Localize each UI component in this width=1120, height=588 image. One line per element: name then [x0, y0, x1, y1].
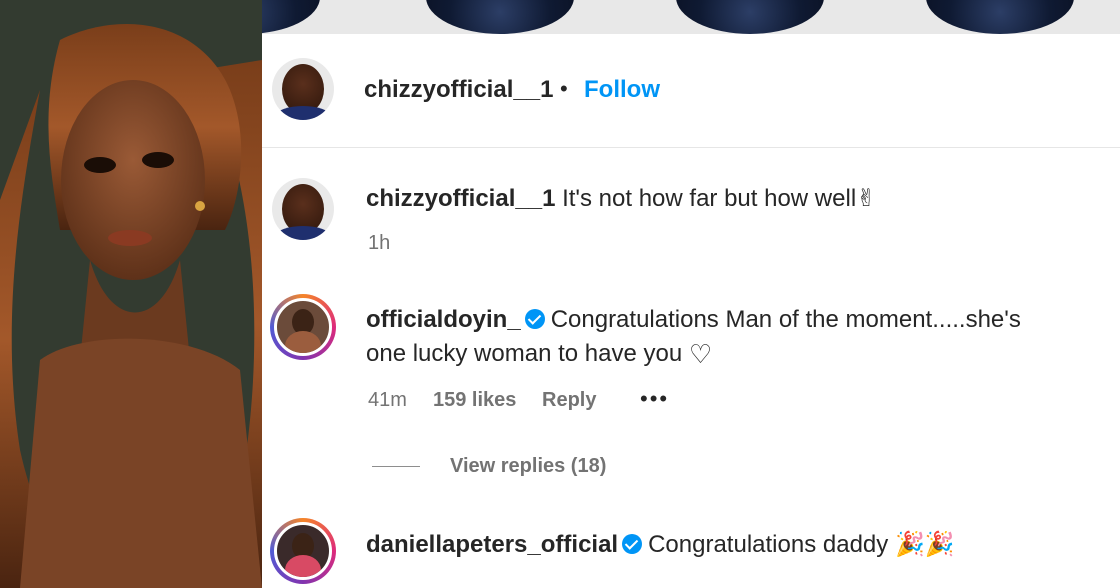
- comment-text: It's not how far but how well: [555, 185, 857, 212]
- header-username[interactable]: chizzyofficial__1: [364, 76, 553, 104]
- thumbnail[interactable]: [262, 0, 320, 34]
- comment: officialdoyin_ Congratulations Man of the…: [366, 304, 1021, 336]
- heart-icon: ♡: [688, 339, 713, 369]
- separator-dot: •: [560, 76, 568, 101]
- thumbnail[interactable]: [676, 0, 824, 34]
- avatar[interactable]: [272, 178, 334, 240]
- thumbnail[interactable]: [426, 0, 574, 34]
- comment-text-line2: one lucky woman to have you ♡: [366, 339, 713, 369]
- comment-username[interactable]: chizzyofficial__1: [366, 185, 555, 212]
- comment-time: 1h: [368, 232, 391, 254]
- comment-username[interactable]: daniellapeters_official: [366, 531, 618, 558]
- post-header: chizzyofficial__1 • Follow: [262, 34, 1120, 148]
- verified-badge-icon: [622, 534, 643, 554]
- comment-time: 41m: [368, 389, 407, 411]
- media-strip: [262, 0, 1120, 34]
- comment-username[interactable]: officialdoyin_: [366, 306, 521, 333]
- story-avatar[interactable]: [270, 518, 336, 584]
- more-options-icon[interactable]: •••: [640, 386, 669, 412]
- portrait-photo: [0, 0, 262, 588]
- reply-button[interactable]: Reply: [542, 389, 596, 412]
- comment: daniellapeters_official Congratulations d…: [366, 528, 955, 561]
- comment-text: Congratulations Man of the moment.....sh…: [550, 306, 1021, 333]
- comment-likes[interactable]: 159 likes: [433, 389, 516, 412]
- victory-hand-icon: ✌: [856, 184, 877, 212]
- follow-button[interactable]: Follow: [584, 76, 660, 104]
- caption-comment: chizzyofficial__1 It's not how far but h…: [366, 182, 876, 215]
- comment-text: Congratulations daddy: [648, 531, 889, 558]
- portrait-illustration: [0, 0, 262, 588]
- party-popper-icon: 🎉🎉: [894, 530, 955, 558]
- replies-divider: [372, 466, 420, 467]
- view-replies-button[interactable]: View replies (18): [450, 455, 606, 478]
- thumbnail[interactable]: [926, 0, 1074, 34]
- avatar[interactable]: [272, 58, 334, 120]
- verified-badge-icon: [524, 309, 545, 329]
- story-avatar[interactable]: [270, 294, 336, 360]
- comments-panel: chizzyofficial__1 • Follow chizzyofficia…: [262, 0, 1120, 588]
